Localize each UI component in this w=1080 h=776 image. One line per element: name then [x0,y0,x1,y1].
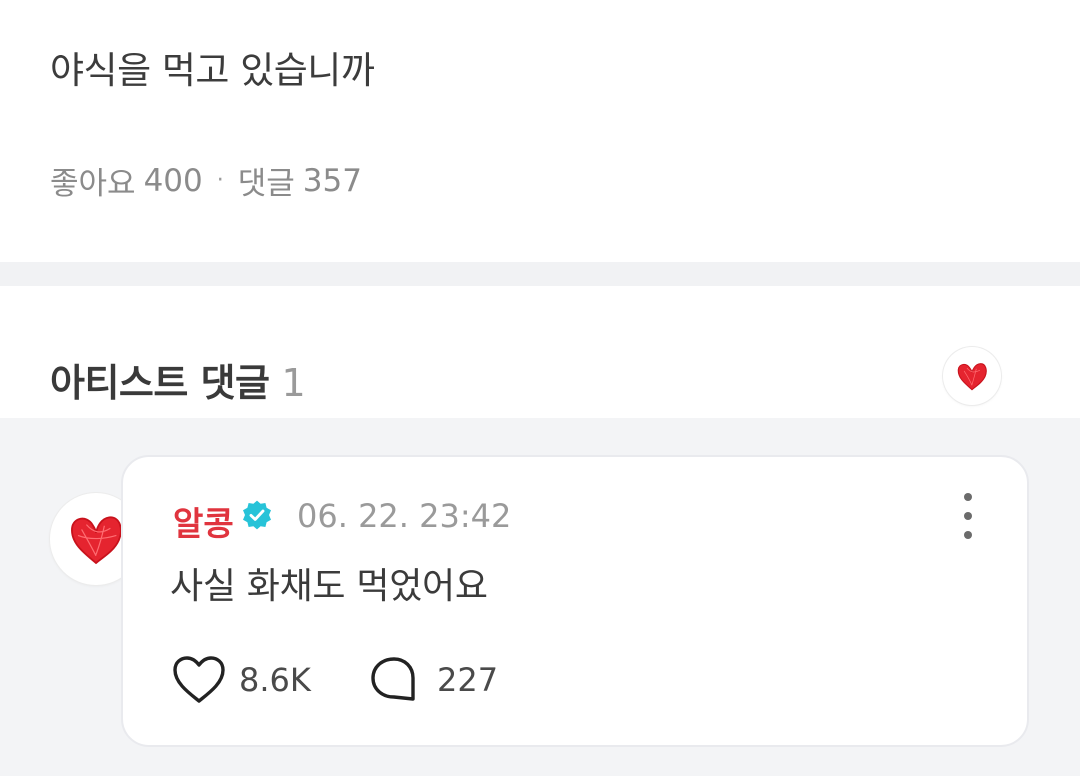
heart-logo-icon [957,363,987,391]
likes-label: 좋아요 [50,166,136,202]
reply-count: 227 [437,661,499,699]
comment-author-name[interactable]: 알콩 [173,497,234,545]
like-button[interactable]: 8.6K [171,655,311,705]
likes-count: 400 [143,162,203,199]
artist-avatar-small[interactable] [943,347,1001,405]
like-count: 8.6K [239,661,311,699]
artist-comments-count: 1 [281,361,306,405]
more-options-button[interactable] [959,493,977,539]
post-title: 야식을 먹고 있습니까 [50,49,375,92]
artist-comments-header: 아티스트 댓글 1 [50,352,306,407]
heart-logo-icon [71,516,122,565]
heart-outline-icon [173,656,225,703]
more-dot [964,512,972,520]
post-stats: 좋아요 400 · 댓글 357 [50,158,362,203]
more-dot [964,493,972,501]
section-divider [0,262,1080,286]
comments-label[interactable]: 댓글 [238,158,295,203]
reply-button[interactable]: 227 [369,655,498,705]
comment-card: 알콩 06. 22. 23:42 사실 화채도 먹었어요 8.6K 227 [121,455,1029,747]
comment-bubble-icon [371,657,415,701]
stats-separator: · [216,168,224,193]
comment-text: 사실 화채도 먹었어요 [170,566,488,607]
comment-timestamp: 06. 22. 23:42 [297,497,512,535]
comments-count[interactable]: 357 [303,163,362,199]
more-dot [964,531,972,539]
verified-badge-icon [243,500,271,530]
artist-comments-title: 아티스트 댓글 [50,361,270,405]
